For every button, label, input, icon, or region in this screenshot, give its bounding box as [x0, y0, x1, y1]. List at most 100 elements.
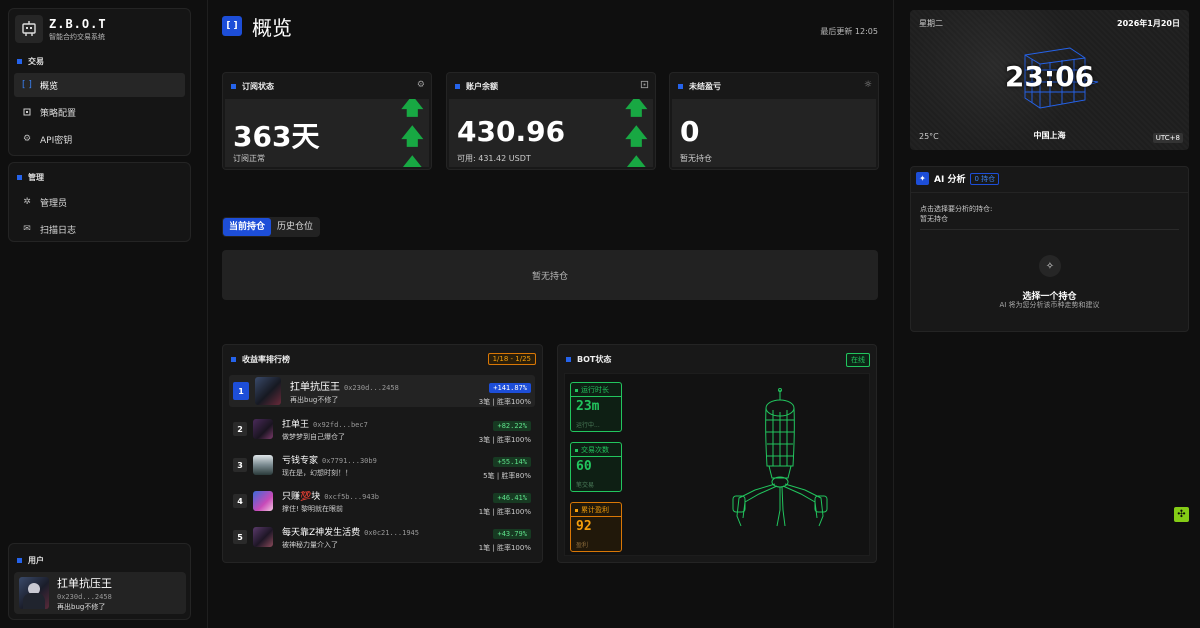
rank-return: +46.41%: [493, 493, 531, 503]
metric-uptime: 运行时长 23m 运行中...: [570, 382, 622, 432]
stat-label: 订阅状态: [231, 81, 274, 92]
sidebar-item-label: 管理员: [40, 198, 68, 209]
stat-sub: 可用: 431.42 USDT: [457, 154, 531, 163]
bot-status-card: BOT状态 在线 运行时长 23m 运行中... 交易次数 60 笔交易 累计盈…: [557, 344, 877, 563]
rank-bio: 做梦梦到自己爆仓了: [282, 432, 345, 441]
list-item[interactable]: 3 亏钱专家 0x7791...30b9 现在是，幻想时刻！！ +55.14% 5…: [229, 447, 535, 483]
metric-sub: 笔交易: [576, 482, 595, 489]
ai-title: AI 分析: [934, 175, 966, 185]
stat-label: 账户余额: [455, 81, 498, 92]
list-item[interactable]: 5 每天靠Z神发生活费 0x0c21...1945 被神秘力量介入了 +43.79…: [229, 519, 535, 555]
sidebar-item-strategy[interactable]: 策略配置: [14, 100, 185, 124]
sun-icon[interactable]: ☼: [864, 80, 872, 90]
last-update: 最后更新 12:05: [820, 27, 878, 36]
section-title-trade: 交易: [9, 55, 190, 67]
rank-bio: 被神秘力量介入了: [282, 540, 338, 549]
rank-name: 亏钱专家: [282, 455, 319, 466]
overview-bracket-icon: [ ]: [222, 16, 242, 36]
tab-current-positions[interactable]: 当前持仓: [223, 218, 272, 236]
sidebar: Z.B.O.T 智能合约交易系统 交易 [ ] 概览 策略配置 ⚙ API密钥 …: [0, 0, 200, 628]
rank-bio: 撑住! 黎明就在眼前: [282, 504, 344, 513]
ai-empty-subtitle: AI 将为您分析该币种走势和建议: [999, 301, 1100, 309]
list-item[interactable]: 4 只赚💯块 0xcf5b...943b 撑住! 黎明就在眼前 +46.41% 1…: [229, 483, 535, 519]
leaderboard-card: 收益率排行榜 1/18 - 1/25 1 扛单抗压王 0x230d...2458 …: [222, 344, 543, 563]
brand-panel: Z.B.O.T 智能合约交易系统 交易 [ ] 概览 策略配置 ⚙ API密钥: [8, 8, 191, 156]
sidebar-item-label: API密钥: [40, 135, 73, 146]
rank-number: 3: [233, 458, 247, 472]
clock-widget: 星期二 2026年1月20日 23:06 25°C 中国上海 UTC+8: [910, 10, 1189, 150]
metric-sub: 盈利: [576, 542, 589, 549]
clock-day: 星期二: [919, 19, 943, 28]
avatar: [253, 419, 273, 439]
chip-icon[interactable]: [640, 80, 649, 92]
up-arrows-icon: 🡅🡅🡅: [401, 99, 424, 167]
rank-name: 扛单抗压王: [290, 381, 340, 393]
rank-stat: 1笔 | 胜率100%: [478, 544, 531, 552]
rank-stat: 1笔 | 胜率100%: [478, 508, 531, 516]
stat-label: 未结盈亏: [678, 81, 721, 92]
divider: [207, 0, 208, 628]
brand[interactable]: Z.B.O.T 智能合约交易系统: [9, 9, 190, 49]
sidebar-item-label: 概览: [40, 81, 59, 92]
sparkle-icon: ✧: [1039, 255, 1061, 277]
brand-name: Z.B.O.T: [49, 16, 107, 31]
brand-subtitle: 智能合约交易系统: [49, 32, 105, 41]
chip-icon: [20, 107, 34, 117]
stat-sub: 暂无持仓: [680, 154, 712, 163]
rank-address: 0x230d...2458: [344, 383, 399, 392]
rank-address: 0x0c21...1945: [364, 528, 419, 537]
bracket-icon: [ ]: [22, 80, 32, 90]
stat-value: 0: [680, 115, 700, 148]
stat-sub: 订阅正常: [233, 154, 265, 163]
up-arrows-icon: 🡅🡅🡅: [625, 99, 648, 167]
rank-return: +82.22%: [493, 421, 531, 431]
avatar: [255, 377, 281, 405]
rank-stat: 5笔 | 胜率80%: [483, 472, 531, 480]
rank-stat: 3笔 | 胜率100%: [478, 436, 531, 444]
sidebar-item-scan-log[interactable]: ✉ 扫描日志: [14, 217, 185, 241]
avatar: [19, 577, 49, 609]
metric-profit: 累计盈利 92 盈利: [570, 502, 622, 552]
rank-return: +141.87%: [489, 383, 531, 393]
stat-card-balance: 账户余额 🡅🡅🡅 430.96 可用: 431.42 USDT: [446, 72, 656, 170]
rank-bio: 现在是，幻想时刻！！: [282, 468, 352, 477]
list-item[interactable]: 2 扛单王 0x92fd...bec7 做梦梦到自己爆仓了 +82.22% 3笔 …: [229, 411, 535, 447]
sidebar-item-label: 扫描日志: [40, 225, 77, 236]
bot-panel: 运行时长 23m 运行中... 交易次数 60 笔交易 累计盈利 92 盈利: [564, 373, 870, 556]
section-title-admin: 管理: [9, 171, 190, 183]
stat-value: 363天: [233, 120, 320, 153]
rank-return: +43.79%: [493, 529, 531, 539]
floating-action-button[interactable]: ✣: [1174, 507, 1189, 522]
gear-icon[interactable]: ⚙: [417, 80, 425, 90]
user-card[interactable]: 扛单抗压王 0x230d...2458 再出bug不修了: [14, 572, 186, 614]
rank-address: 0x92fd...bec7: [313, 420, 368, 429]
rank-address: 0x7791...30b9: [322, 456, 377, 465]
rank-name: 只赚💯块: [282, 491, 321, 502]
sidebar-item-overview[interactable]: [ ] 概览: [14, 73, 185, 97]
divider: [893, 0, 894, 628]
rank-number: 5: [233, 530, 247, 544]
ai-header: ✦ AI 分析 0 持仓: [916, 172, 1000, 185]
grid-icon: ✣: [1177, 509, 1186, 520]
positions-empty: 暂无持仓: [222, 250, 878, 300]
rank-address: 0xcf5b...943b: [324, 492, 380, 501]
section-title-user: 用户: [9, 554, 190, 566]
sidebar-item-admins[interactable]: ✲ 管理员: [14, 190, 185, 214]
date-range-badge[interactable]: 1/18 - 1/25: [487, 353, 536, 365]
user-panel: 用户 扛单抗压王 0x230d...2458 再出bug不修了: [8, 543, 191, 620]
metric-sub: 运行中...: [576, 422, 600, 429]
metric-value: 92: [576, 519, 592, 534]
tab-position-history[interactable]: 历史仓位: [271, 218, 319, 236]
rank-number: 1: [233, 382, 249, 400]
admin-panel: 管理 ✲ 管理员 ✉ 扫描日志: [8, 162, 191, 242]
ai-position-count: 0 持仓: [970, 172, 1000, 185]
stat-value: 430.96: [457, 115, 566, 148]
sidebar-item-api-keys[interactable]: ⚙ API密钥: [14, 127, 185, 151]
list-item[interactable]: 1 扛单抗压王 0x230d...2458 再出bug不修了 +141.87% 3…: [229, 375, 535, 407]
clock-city: 中国上海: [1033, 131, 1066, 140]
status-badge: 在线: [846, 353, 870, 367]
mail-icon: ✉: [23, 224, 31, 234]
rank-name: 扛单王: [282, 419, 310, 430]
ai-prompt: 点击选择要分析的持仓:: [920, 205, 993, 213]
user-name: 扛单抗压王: [57, 576, 112, 590]
